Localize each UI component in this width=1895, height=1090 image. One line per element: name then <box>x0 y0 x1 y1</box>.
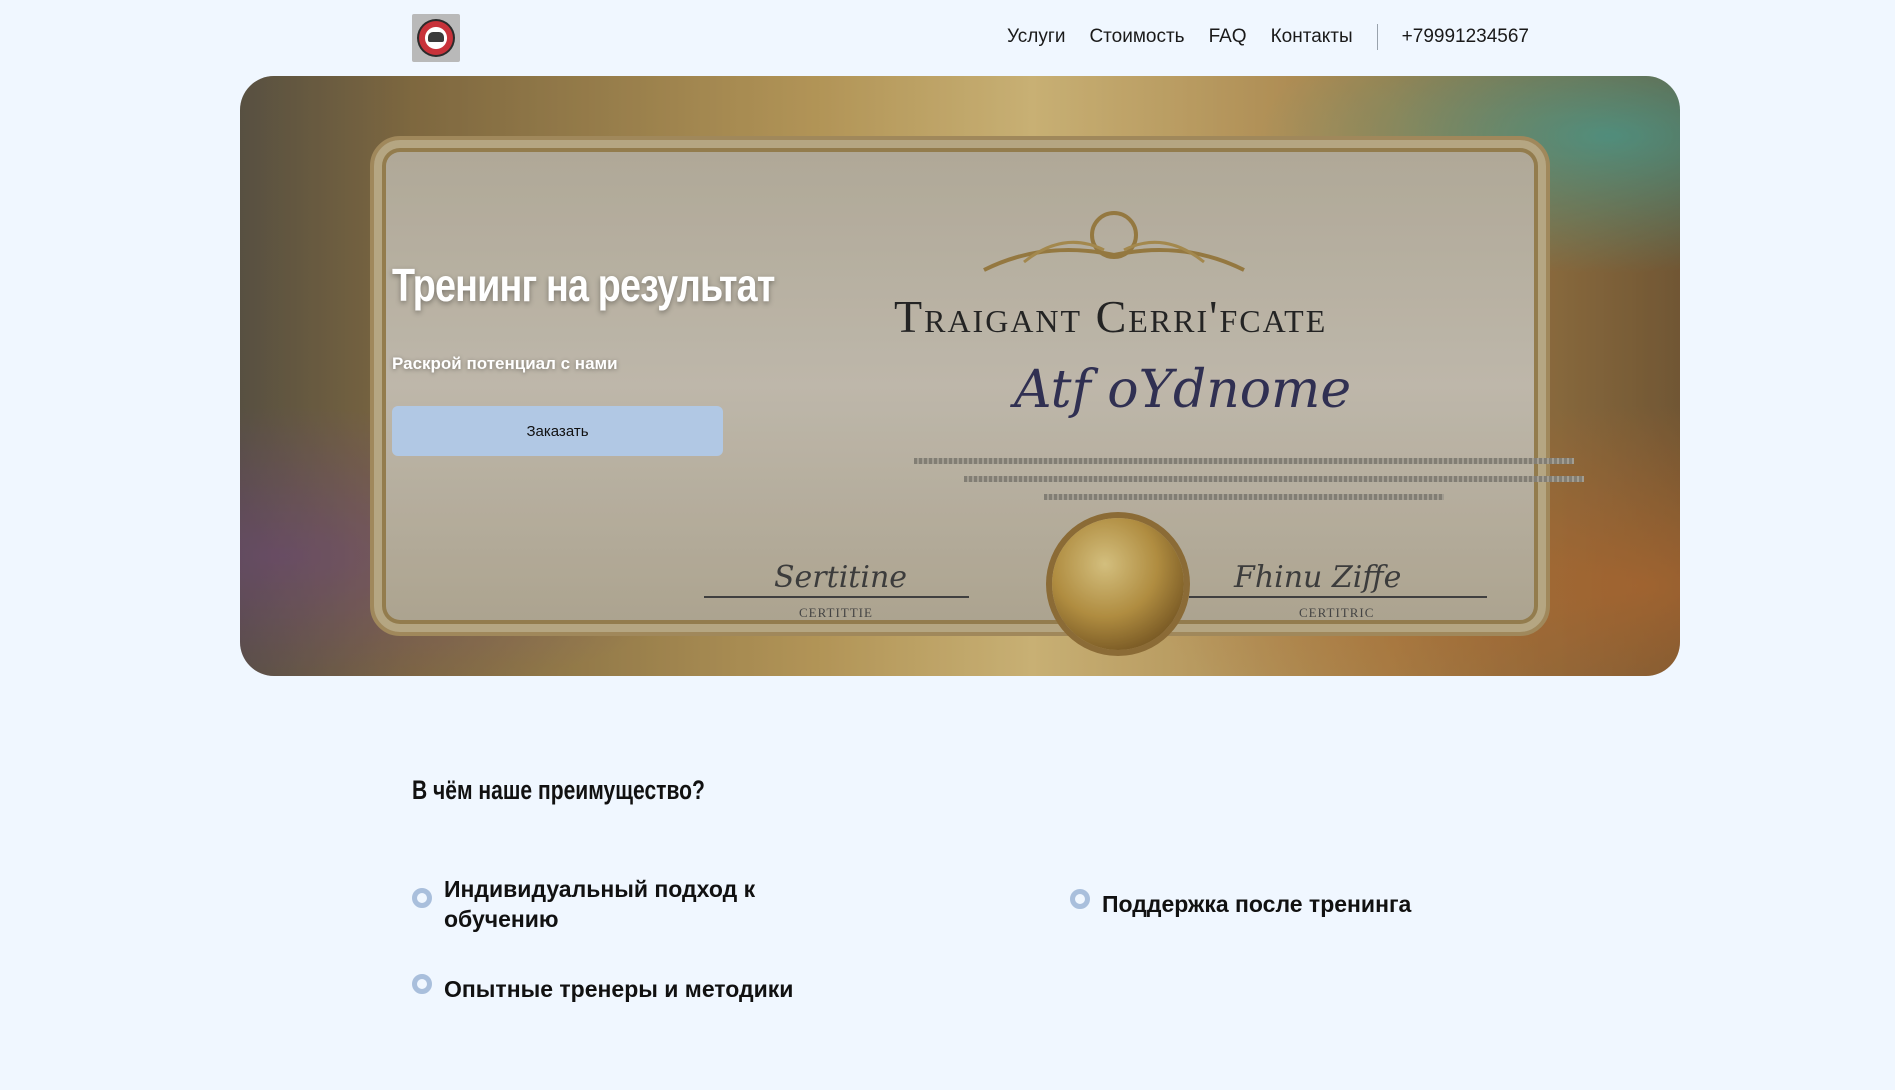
logo-icon[interactable] <box>412 14 460 62</box>
advantage-text: Индивидуальный подход к обучению <box>444 876 756 932</box>
site-header: Услуги Стоимость FAQ Контакты +799912345… <box>0 0 1895 76</box>
nav-divider <box>1376 24 1378 50</box>
nav-link-contacts[interactable]: Контакты <box>1271 26 1353 48</box>
nav-link-services[interactable]: Услуги <box>1007 26 1065 48</box>
advantage-text: Опытные тренеры и методики <box>444 976 794 1002</box>
bullet-icon <box>412 888 432 908</box>
bullet-icon <box>1070 889 1090 909</box>
nav-link-faq[interactable]: FAQ <box>1209 26 1247 48</box>
logo-emblem <box>417 19 455 57</box>
hero-subtitle: Раскрой потенциал с нами <box>392 354 618 373</box>
bullet-icon <box>412 974 432 994</box>
advantage-item: Индивидуальный подход к обучению <box>412 874 832 934</box>
advantage-item: Поддержка после тренинга <box>1070 889 1570 919</box>
nav-link-pricing[interactable]: Стоимость <box>1089 26 1184 48</box>
advantage-item: Опытные тренеры и методики <box>412 974 932 1004</box>
hero-title: Тренинг на результат <box>392 259 775 311</box>
order-button[interactable]: Заказать <box>392 406 723 456</box>
phone-link[interactable]: +79991234567 <box>1402 26 1529 48</box>
hero-dim-overlay <box>240 76 1680 676</box>
advantages-title: В чём наше преимущество? <box>412 775 705 805</box>
advantage-text: Поддержка после тренинга <box>1102 891 1412 917</box>
hero-banner: Traigant Cerri'fcate Atf oYdnome Sertiti… <box>240 76 1680 676</box>
main-nav: Услуги Стоимость FAQ Контакты +799912345… <box>1007 24 1553 50</box>
